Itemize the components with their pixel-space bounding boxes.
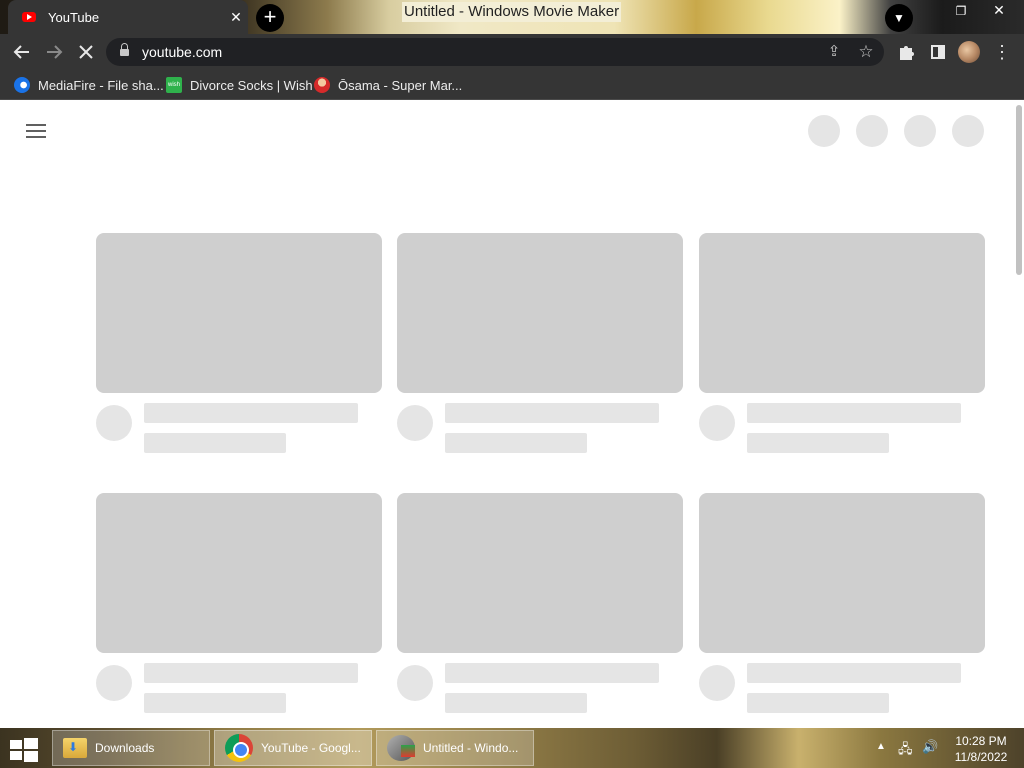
scrollbar-thumb[interactable] (1016, 105, 1022, 275)
header-placeholder-circle (904, 115, 936, 147)
tray-expand-icon[interactable]: ▲ (876, 741, 886, 752)
background-window-title: Untitled - Windows Movie Maker (402, 2, 622, 22)
header-placeholder-circle (856, 115, 888, 147)
taskbar-downloads[interactable]: Downloads (52, 730, 210, 766)
browser-toolbar: youtube.com ⇪ ☆ ⋮ (0, 34, 1024, 70)
downloads-folder-icon (63, 738, 87, 758)
menu-kebab-icon[interactable]: ⋮ (988, 38, 1016, 66)
movie-maker-icon (387, 735, 415, 761)
video-card-placeholder (397, 233, 683, 453)
title-placeholder (445, 663, 659, 683)
video-card-placeholder (699, 493, 985, 713)
tab-youtube[interactable]: YouTube ✕ (8, 0, 248, 34)
system-clock[interactable]: 10:28 PM 11/8/2022 (946, 733, 1016, 765)
windows-taskbar: Downloads YouTube - Googl... Untitled - … (0, 728, 1024, 768)
youtube-page (0, 101, 1024, 728)
windows-start-icon[interactable] (10, 738, 38, 762)
clock-date: 11/8/2022 (954, 750, 1008, 764)
bookmark-osama[interactable]: Ōsama - Super Mar... (314, 75, 462, 95)
channel-avatar-placeholder (699, 665, 735, 701)
hamburger-menu-icon[interactable] (26, 123, 46, 139)
lock-icon[interactable] (120, 43, 129, 57)
clock-time: 10:28 PM (955, 734, 1007, 748)
meta-placeholder (747, 693, 889, 713)
thumbnail-placeholder (397, 493, 683, 653)
bookmark-label: MediaFire - File sha... (38, 77, 164, 93)
video-card-placeholder (397, 493, 683, 713)
meta-placeholder (445, 693, 587, 713)
tab-title: YouTube (48, 9, 100, 25)
title-placeholder (747, 403, 961, 423)
meta-placeholder (144, 693, 286, 713)
new-tab-button[interactable]: + (256, 4, 284, 32)
thumbnail-placeholder (699, 233, 985, 393)
bookmark-wish[interactable]: wish Divorce Socks | Wish (166, 75, 313, 95)
share-icon[interactable]: ⇪ (822, 40, 846, 64)
side-panel-icon[interactable] (924, 38, 952, 66)
tab-close-icon[interactable]: ✕ (224, 9, 248, 26)
youtube-favicon-icon (22, 12, 36, 22)
header-placeholder-circle (952, 115, 984, 147)
bookmark-label: Ōsama - Super Mar... (338, 77, 463, 93)
title-placeholder (445, 403, 659, 423)
thumbnail-placeholder (699, 493, 985, 653)
video-card-placeholder (96, 233, 382, 453)
mario-icon (314, 77, 330, 93)
title-placeholder (747, 663, 961, 683)
video-card-placeholder (96, 493, 382, 713)
taskbar-label: YouTube - Googl... (261, 741, 361, 755)
network-icon[interactable]: 🖧 (898, 740, 913, 762)
url-text[interactable]: youtube.com (142, 44, 222, 60)
restore-window-icon[interactable]: ❐ (952, 2, 970, 20)
extensions-puzzle-icon[interactable] (892, 38, 920, 66)
tab-search-chevron-icon[interactable]: ▼ (885, 4, 913, 32)
thumbnail-placeholder (397, 233, 683, 393)
tab-strip: YouTube ✕ + Untitled - Windows Movie Mak… (0, 0, 1024, 34)
page-scrollbar[interactable] (1014, 101, 1024, 728)
stop-loading-icon[interactable] (72, 38, 100, 66)
channel-avatar-placeholder (96, 405, 132, 441)
header-placeholder-circle (808, 115, 840, 147)
address-bar[interactable]: youtube.com ⇪ ☆ (106, 38, 884, 66)
title-placeholder (144, 403, 358, 423)
back-arrow-icon[interactable] (8, 38, 36, 66)
title-placeholder (144, 663, 358, 683)
meta-placeholder (747, 433, 889, 453)
channel-avatar-placeholder (397, 665, 433, 701)
thumbnail-placeholder (96, 233, 382, 393)
taskbar-chrome[interactable]: YouTube - Googl... (214, 730, 372, 766)
bookmark-star-icon[interactable]: ☆ (854, 40, 878, 64)
volume-icon[interactable]: 🔊 (922, 739, 938, 755)
taskbar-label: Downloads (95, 741, 155, 755)
taskbar-label: Untitled - Windo... (423, 741, 519, 755)
meta-placeholder (445, 433, 587, 453)
video-card-placeholder (699, 233, 985, 453)
taskbar-movie-maker[interactable]: Untitled - Windo... (376, 730, 534, 766)
channel-avatar-placeholder (397, 405, 433, 441)
meta-placeholder (144, 433, 286, 453)
close-window-button[interactable]: ✕ (976, 0, 1022, 22)
profile-avatar[interactable] (958, 41, 980, 63)
wish-icon: wish (166, 77, 182, 93)
channel-avatar-placeholder (96, 665, 132, 701)
channel-avatar-placeholder (699, 405, 735, 441)
thumbnail-placeholder (96, 493, 382, 653)
bookmarks-bar: MediaFire - File sha... wish Divorce Soc… (0, 70, 1024, 100)
mediafire-icon (14, 77, 30, 93)
bookmark-label: Divorce Socks | Wish (190, 77, 313, 93)
bookmark-mediafire[interactable]: MediaFire - File sha... (14, 75, 164, 95)
forward-arrow-icon[interactable] (40, 38, 68, 66)
chrome-icon (225, 734, 253, 762)
